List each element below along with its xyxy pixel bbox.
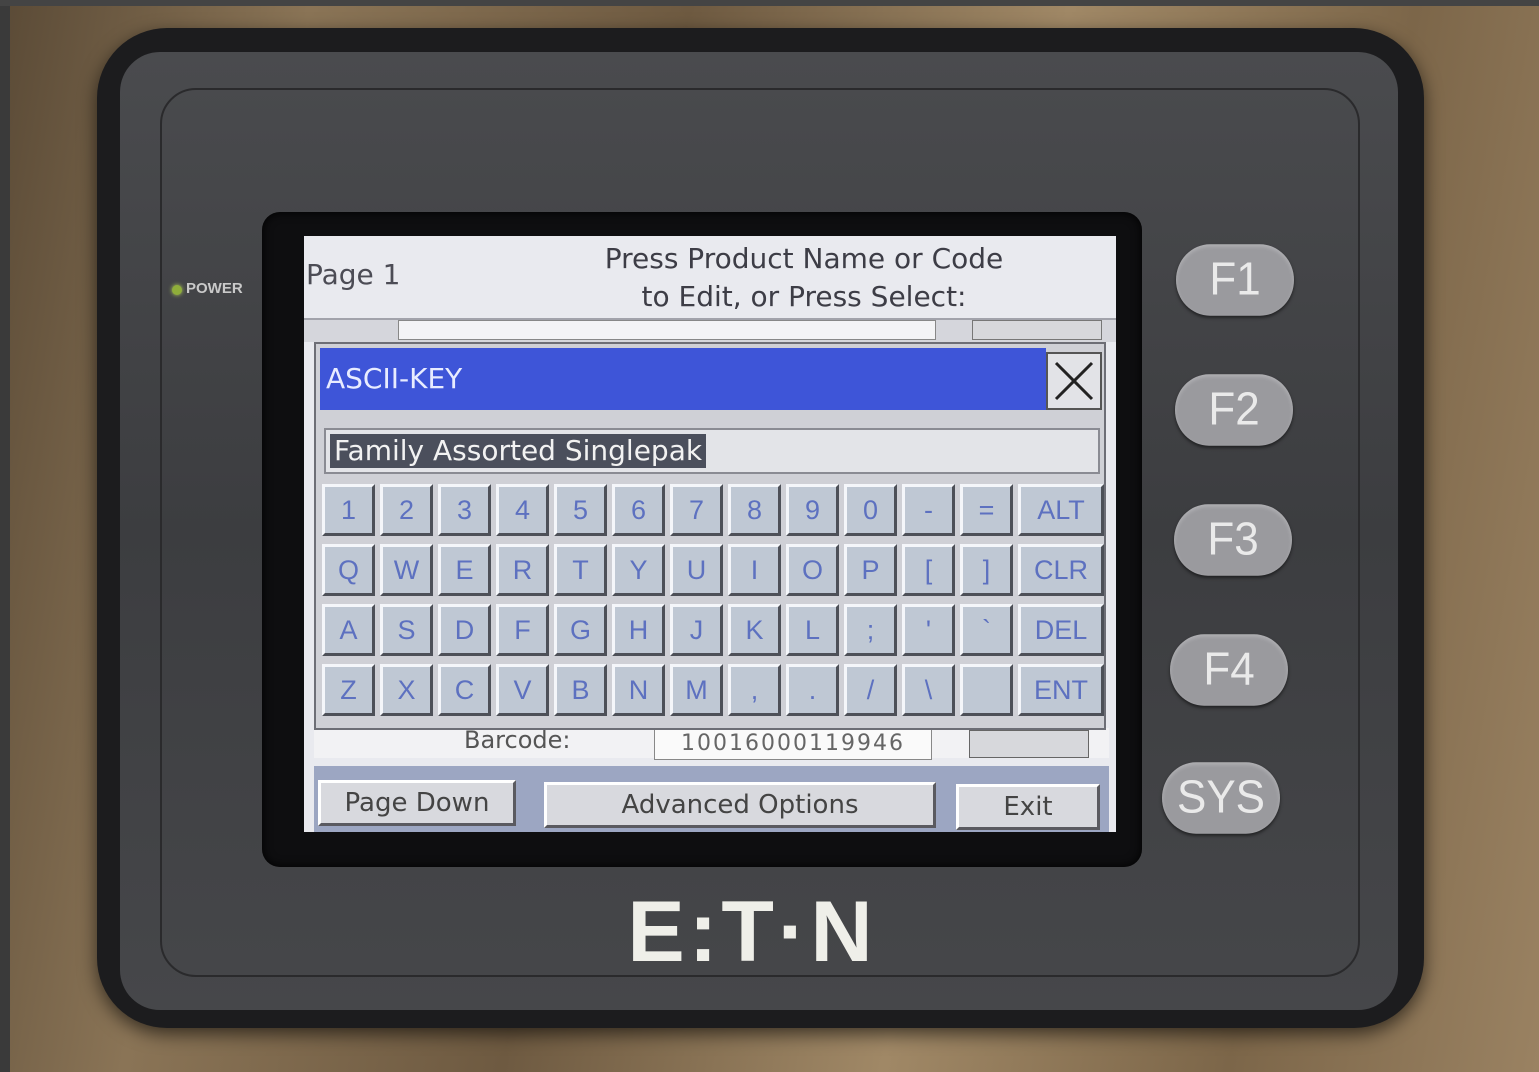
key-2[interactable]: 2 xyxy=(380,484,433,536)
wall-top-edge xyxy=(0,0,1539,6)
key--[interactable]: - xyxy=(902,484,955,536)
key-o[interactable]: O xyxy=(786,544,839,596)
key-/[interactable]: / xyxy=(844,664,897,716)
f3-button[interactable]: F3 xyxy=(1174,504,1292,576)
key-j[interactable]: J xyxy=(670,604,723,656)
power-label: POWER xyxy=(186,280,243,297)
key-g[interactable]: G xyxy=(554,604,607,656)
key-0[interactable]: 0 xyxy=(844,484,897,536)
key-h[interactable]: H xyxy=(612,604,665,656)
key-i[interactable]: I xyxy=(728,544,781,596)
key-1[interactable]: 1 xyxy=(322,484,375,536)
key-b[interactable]: B xyxy=(554,664,607,716)
product-name-field[interactable] xyxy=(398,320,936,340)
power-led-icon xyxy=(172,285,182,295)
ascii-keyboard: 1 2 3 4 5 6 7 8 9 0- = ALT Q W E R T Y U I O P[] CLR A S D F G H J K L;… xyxy=(322,484,1104,726)
key-z[interactable]: Z xyxy=(322,664,375,716)
key-l[interactable]: L xyxy=(786,604,839,656)
key-5[interactable]: 5 xyxy=(554,484,607,536)
key-][interactable]: ] xyxy=(960,544,1013,596)
key-blank[interactable] xyxy=(960,664,1013,716)
key-v[interactable]: V xyxy=(496,664,549,716)
key-n[interactable]: N xyxy=(612,664,665,716)
brand-logo: E:T·N xyxy=(627,884,877,980)
product-select-button[interactable] xyxy=(972,320,1102,340)
prompt-text: Press Product Name or Code to Edit, or P… xyxy=(534,240,1074,316)
key-del[interactable]: DEL xyxy=(1018,604,1104,656)
close-x-glyph xyxy=(1054,361,1094,401)
page-down-button[interactable]: Page Down xyxy=(318,780,516,826)
key-`[interactable]: ` xyxy=(960,604,1013,656)
key-.[interactable]: . xyxy=(786,664,839,716)
key-c[interactable]: C xyxy=(438,664,491,716)
page-label: Page 1 xyxy=(306,258,401,291)
key-q[interactable]: Q xyxy=(322,544,375,596)
key-\[interactable]: \ xyxy=(902,664,955,716)
key-f[interactable]: F xyxy=(496,604,549,656)
key-,[interactable]: , xyxy=(728,664,781,716)
key-8[interactable]: 8 xyxy=(728,484,781,536)
ascii-key-dialog: ASCII-KEY Family Assorted Singlepak 1234… xyxy=(314,342,1106,730)
key-alt[interactable]: ALT xyxy=(1018,484,1104,536)
f2-button[interactable]: F2 xyxy=(1175,374,1293,446)
key-ent[interactable]: ENT xyxy=(1018,664,1104,716)
key-=[interactable]: = xyxy=(960,484,1013,536)
key-'[interactable]: ' xyxy=(902,604,955,656)
key-p[interactable]: P xyxy=(844,544,897,596)
text-entry-field[interactable]: Family Assorted Singlepak xyxy=(324,428,1100,474)
prompt-line-2: to Edit, or Press Select: xyxy=(641,280,967,313)
key-clr[interactable]: CLR xyxy=(1018,544,1104,596)
key-;[interactable]: ; xyxy=(844,604,897,656)
key-r[interactable]: R xyxy=(496,544,549,596)
key-e[interactable]: E xyxy=(438,544,491,596)
key-s[interactable]: S xyxy=(380,604,433,656)
prompt-line-1: Press Product Name or Code xyxy=(604,242,1004,275)
barcode-label: Barcode: xyxy=(464,726,571,754)
key-9[interactable]: 9 xyxy=(786,484,839,536)
dialog-title: ASCII-KEY xyxy=(320,348,1046,410)
touch-screen: Page 1 Press Product Name or Code to Edi… xyxy=(304,236,1116,832)
key-[[interactable]: [ xyxy=(902,544,955,596)
barcode-field[interactable]: 10016000119946 xyxy=(654,728,932,760)
f4-button[interactable]: F4 xyxy=(1170,634,1288,706)
key-7[interactable]: 7 xyxy=(670,484,723,536)
wall-edge xyxy=(0,0,10,1072)
key-d[interactable]: D xyxy=(438,604,491,656)
key-6[interactable]: 6 xyxy=(612,484,665,536)
key-y[interactable]: Y xyxy=(612,544,665,596)
key-m[interactable]: M xyxy=(670,664,723,716)
key-4[interactable]: 4 xyxy=(496,484,549,536)
key-k[interactable]: K xyxy=(728,604,781,656)
f1-button[interactable]: F1 xyxy=(1176,244,1294,316)
close-x-icon[interactable] xyxy=(1046,352,1102,410)
barcode-button[interactable] xyxy=(969,730,1089,758)
key-t[interactable]: T xyxy=(554,544,607,596)
key-u[interactable]: U xyxy=(670,544,723,596)
key-x[interactable]: X xyxy=(380,664,433,716)
text-entry-value: Family Assorted Singlepak xyxy=(330,434,707,468)
advanced-options-button[interactable]: Advanced Options xyxy=(544,782,936,828)
exit-button[interactable]: Exit xyxy=(956,784,1100,830)
key-3[interactable]: 3 xyxy=(438,484,491,536)
key-a[interactable]: A xyxy=(322,604,375,656)
sys-button[interactable]: SYS xyxy=(1162,762,1280,834)
key-w[interactable]: W xyxy=(380,544,433,596)
